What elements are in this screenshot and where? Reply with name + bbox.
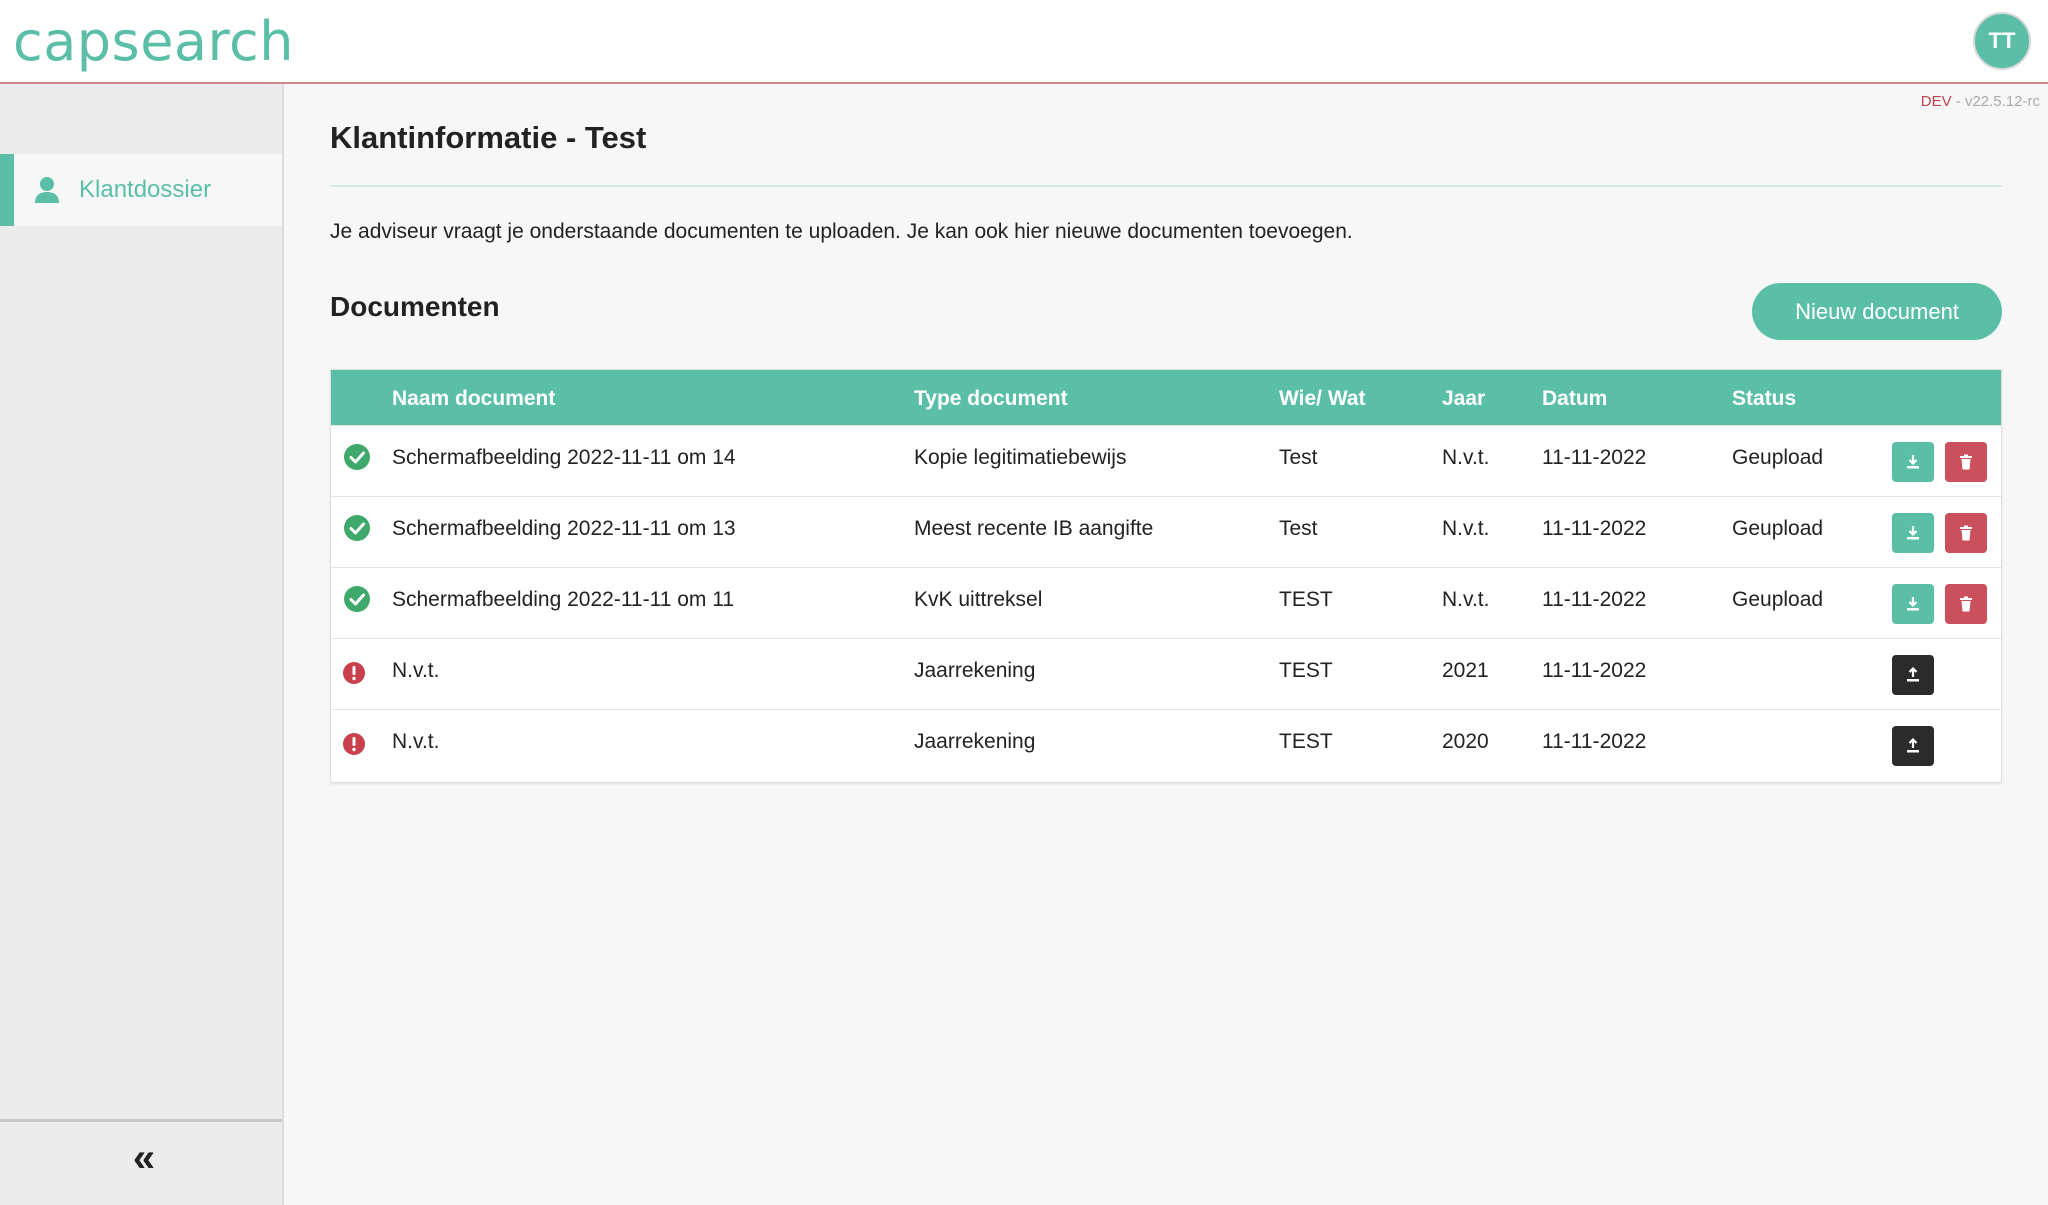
table-row: Schermafbeelding 2022-11-11 om 13 Meest … (331, 496, 2001, 567)
sidebar-item-label: Klantdossier (79, 176, 212, 203)
document-year: 2021 (1442, 659, 1489, 682)
exclamation-circle-icon (343, 733, 365, 755)
user-avatar[interactable]: TT (1973, 12, 2031, 70)
sidebar: Klantdossier « (0, 84, 284, 1205)
delete-button[interactable] (1945, 442, 1987, 482)
document-name: Schermafbeelding 2022-11-11 om 11 (392, 588, 735, 611)
trash-icon (1960, 525, 1972, 541)
page-title: Klantinformatie - Test (330, 120, 647, 155)
check-circle-icon (344, 586, 370, 612)
document-name: N.v.t. (392, 659, 440, 682)
column-header-who[interactable]: Wie/ Wat (1279, 387, 1366, 411)
trash-icon (1960, 454, 1972, 470)
documents-table: Naam document Type document Wie/ Wat Jaa… (330, 369, 2002, 783)
upload-button[interactable] (1892, 726, 1934, 766)
download-icon (1907, 455, 1919, 469)
check-circle-icon (344, 444, 370, 470)
upload-icon (1907, 667, 1919, 682)
version-label: DEV - v22.5.12-rc (1921, 93, 2040, 110)
document-type: Jaarrekening (914, 730, 1036, 753)
download-button[interactable] (1892, 584, 1934, 624)
document-type: Kopie legitimatiebewijs (914, 446, 1127, 469)
document-type: Jaarrekening (914, 659, 1036, 682)
document-date: 11-11-2022 (1542, 659, 1647, 682)
delete-button[interactable] (1945, 584, 1987, 624)
download-icon (1907, 526, 1919, 540)
top-bar: capsearch TT (0, 0, 2048, 84)
person-icon (34, 176, 60, 204)
download-icon (1907, 597, 1919, 611)
version-number: v22.5.12-rc (1964, 93, 2040, 110)
document-year: N.v.t. (1442, 517, 1490, 540)
document-year: N.v.t. (1442, 588, 1490, 611)
section-title: Documenten (330, 291, 500, 322)
document-status: Geupload (1732, 517, 1824, 540)
double-chevron-left-icon[interactable]: « (124, 1138, 164, 1180)
new-document-button[interactable]: Nieuw document (1752, 283, 2002, 340)
column-header-year[interactable]: Jaar (1442, 387, 1485, 411)
env-label: DEV (1920, 93, 1952, 110)
upload-button[interactable] (1892, 655, 1934, 695)
check-circle-icon (344, 515, 370, 541)
title-divider (330, 185, 2002, 187)
document-date: 11-11-2022 (1542, 446, 1647, 469)
download-button[interactable] (1892, 513, 1934, 553)
download-button[interactable] (1892, 442, 1934, 482)
document-date: 11-11-2022 (1542, 517, 1647, 540)
trash-icon (1960, 596, 1972, 612)
document-date: 11-11-2022 (1542, 588, 1647, 611)
table-row: N.v.t. Jaarrekening TEST 2020 11-11-2022 (331, 709, 2001, 780)
capsearch-logo[interactable]: capsearch (13, 10, 294, 73)
column-header-date[interactable]: Datum (1542, 387, 1607, 411)
table-row: N.v.t. Jaarrekening TEST 2021 11-11-2022 (331, 638, 2001, 709)
document-date: 11-11-2022 (1542, 730, 1647, 753)
document-name: N.v.t. (392, 730, 440, 753)
document-type: KvK uittreksel (914, 588, 1043, 611)
table-header: Naam document Type document Wie/ Wat Jaa… (331, 370, 2001, 425)
sidebar-item-klantdossier[interactable]: Klantdossier (0, 154, 282, 226)
column-header-status[interactable]: Status (1732, 387, 1796, 411)
upload-icon (1907, 738, 1919, 753)
document-name: Schermafbeelding 2022-11-11 om 14 (392, 446, 736, 469)
table-row: Schermafbeelding 2022-11-11 om 14 Kopie … (331, 425, 2001, 496)
document-who: Test (1279, 446, 1318, 469)
document-who: TEST (1279, 588, 1333, 611)
sidebar-footer: « (0, 1119, 282, 1205)
table-row: Schermafbeelding 2022-11-11 om 11 KvK ui… (331, 567, 2001, 638)
document-name: Schermafbeelding 2022-11-11 om 13 (392, 517, 736, 540)
document-status: Geupload (1732, 588, 1824, 611)
document-type: Meest recente IB aangifte (914, 517, 1154, 540)
document-year: N.v.t. (1442, 446, 1490, 469)
env-separator: - (1951, 93, 1965, 110)
document-status: Geupload (1732, 446, 1824, 469)
document-who: TEST (1279, 659, 1333, 682)
delete-button[interactable] (1945, 513, 1987, 553)
exclamation-circle-icon (343, 662, 365, 684)
document-who: Test (1279, 517, 1318, 540)
document-who: TEST (1279, 730, 1333, 753)
document-year: 2020 (1442, 730, 1489, 753)
column-header-type[interactable]: Type document (914, 387, 1068, 411)
intro-text: Je adviseur vraagt je onderstaande docum… (330, 220, 1353, 243)
column-header-name[interactable]: Naam document (392, 387, 555, 411)
